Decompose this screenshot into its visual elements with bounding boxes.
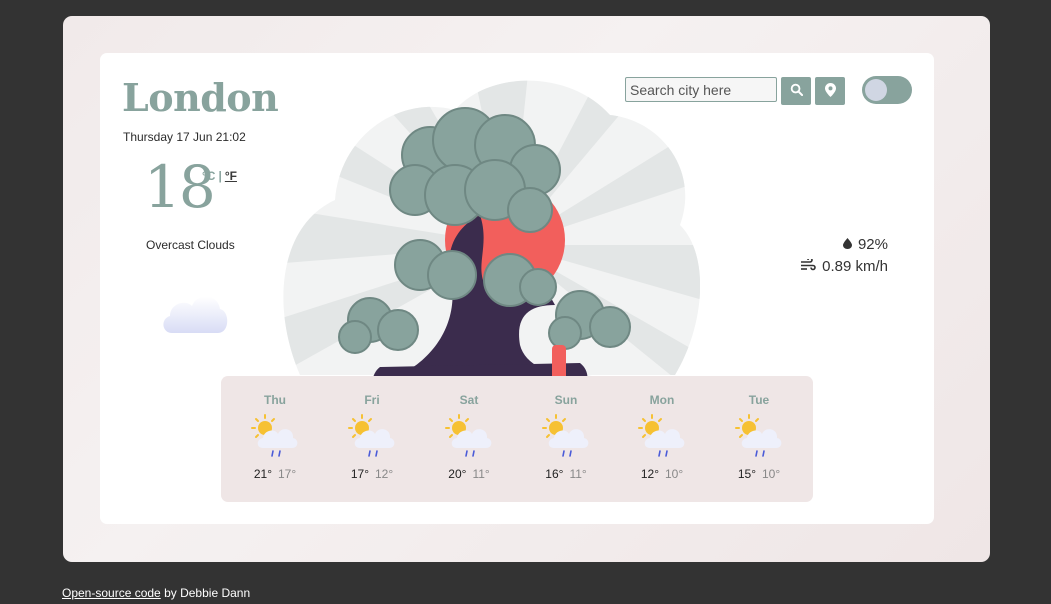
source-code-link[interactable]: Open-source code — [62, 586, 161, 600]
humidity-value: 92% — [857, 236, 888, 253]
current-temperature: 18 °C | °F — [144, 153, 237, 221]
forecast-day-name: Thu — [264, 393, 286, 407]
fahrenheit-link[interactable]: °F — [225, 169, 237, 183]
forecast-day: Sat 20° 11° — [421, 376, 517, 481]
forecast-temps: 17° 12° — [324, 467, 420, 481]
forecast-day-name: Fri — [364, 393, 380, 407]
search-bar — [625, 77, 845, 105]
forecast-temps: 20° 11° — [421, 467, 517, 481]
weather-stats: 92% 0.89 km/h — [800, 234, 888, 278]
wind-row: 0.89 km/h — [800, 256, 888, 278]
search-icon — [790, 83, 803, 99]
forecast-low: 10° — [665, 467, 684, 481]
forecast-day-name: Mon — [649, 393, 675, 407]
date-time: Thursday 17 Jun 21:02 — [123, 130, 246, 144]
app-frame: London Thursday 17 Jun 21:02 18 °C | °F Ov… — [63, 16, 990, 562]
forecast-high: 20° — [448, 467, 467, 481]
forecast-temps: 21° 17° — [227, 467, 323, 481]
forecast-temps: 16° 11° — [518, 467, 614, 481]
sun-rain-cloud-icon — [614, 414, 710, 458]
forecast-day-name: Sat — [459, 393, 479, 407]
forecast-day: Sun 16° 11° — [518, 376, 614, 481]
forecast-day: Mon 12° 10° — [614, 376, 710, 481]
temperature-value: 18 — [144, 153, 216, 221]
forecast-day: Tue 15° 10° — [711, 376, 807, 481]
forecast-high: 16° — [545, 467, 564, 481]
footer: Open-source code by Debbie Dann — [62, 586, 250, 600]
wind-icon — [800, 256, 816, 278]
sun-rain-cloud-icon — [227, 414, 323, 458]
forecast-temps: 15° 10° — [711, 467, 807, 481]
toggle-knob — [865, 79, 887, 101]
author-credit: by Debbie Dann — [164, 586, 251, 600]
forecast-low: 11° — [569, 467, 587, 481]
location-pin-icon — [824, 82, 836, 100]
sun-rain-cloud-icon — [711, 414, 807, 458]
forecast-low: 10° — [762, 467, 781, 481]
forecast-day-name: Tue — [748, 393, 770, 407]
sun-rain-cloud-icon — [421, 414, 517, 458]
celsius-link[interactable]: °C — [202, 169, 215, 183]
sun-rain-cloud-icon — [324, 414, 420, 458]
weather-card: London Thursday 17 Jun 21:02 18 °C | °F Ov… — [100, 53, 934, 524]
bonsai-illustration — [283, 80, 700, 405]
weather-description: Overcast Clouds — [146, 238, 235, 252]
sun-rain-cloud-icon — [518, 414, 614, 458]
forecast-high: 17° — [350, 467, 369, 481]
forecast-day-name: Sun — [554, 393, 578, 407]
forecast-low: 17° — [278, 467, 297, 481]
unit-separator: | — [218, 169, 222, 183]
forecast-high: 21° — [253, 467, 272, 481]
search-button[interactable] — [781, 77, 811, 105]
theme-toggle[interactable] — [862, 76, 912, 104]
humidity-row: 92% — [800, 234, 888, 256]
forecast-temps: 12° 10° — [614, 467, 710, 481]
forecast-high: 15° — [737, 467, 756, 481]
forecast-day: Fri 17° 12° — [324, 376, 420, 481]
wind-value: 0.89 km/h — [822, 258, 888, 275]
forecast-low: 11° — [472, 467, 490, 481]
forecast-day: Thu 21° 17° — [227, 376, 323, 481]
forecast-high: 12° — [640, 467, 659, 481]
search-input[interactable] — [625, 77, 777, 102]
forecast-panel: Thu 21° 17° Fri 17° 12° Sat 20° 11° Sun … — [221, 376, 813, 502]
current-location-button[interactable] — [815, 77, 845, 105]
overcast-cloud-icon — [160, 289, 230, 342]
unit-switch: °C | °F — [202, 169, 237, 183]
humidity-icon — [842, 234, 852, 256]
city-name: London — [122, 75, 279, 120]
forecast-low: 12° — [375, 467, 394, 481]
